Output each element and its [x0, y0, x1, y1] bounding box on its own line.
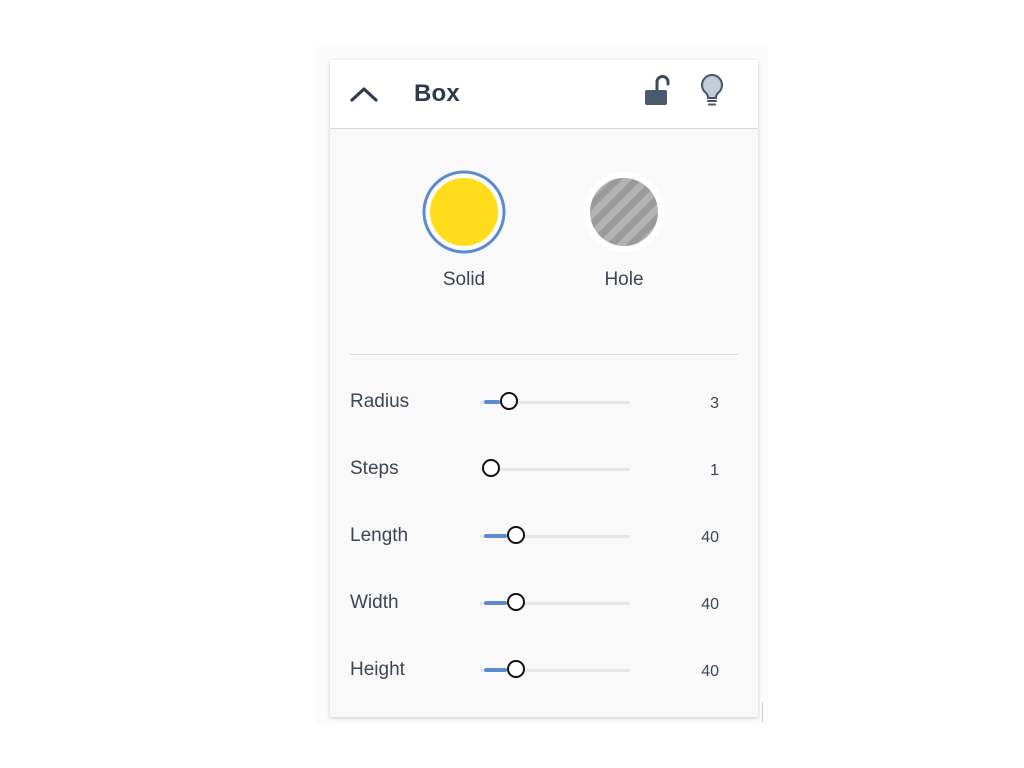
light-button[interactable]: [696, 72, 728, 112]
slider-thumb[interactable]: [482, 459, 500, 477]
radius-slider[interactable]: [480, 390, 630, 414]
solid-swatch-icon: [422, 170, 506, 254]
slider-fill: [484, 534, 508, 538]
slider-thumb[interactable]: [507, 593, 526, 611]
param-value: 1: [710, 462, 719, 479]
collapse-button[interactable]: [344, 78, 384, 110]
chevron-up-icon: [350, 87, 378, 102]
slider-fill: [484, 668, 508, 672]
section-divider: [350, 354, 738, 355]
unlock-icon: [645, 75, 670, 105]
param-row-steps: Steps 1: [330, 457, 758, 497]
param-row-width: Width 40: [330, 591, 758, 631]
slider-thumb[interactable]: [507, 660, 526, 678]
param-row-height: Height 40: [330, 658, 758, 698]
width-slider[interactable]: [480, 591, 630, 615]
param-label: Height: [350, 659, 405, 680]
panel-header: Box: [330, 60, 758, 129]
lock-button[interactable]: [640, 72, 672, 112]
param-value: 40: [701, 529, 719, 546]
hole-swatch-icon: [584, 172, 664, 252]
steps-slider[interactable]: [480, 457, 630, 481]
slider-fill: [484, 601, 508, 605]
slider-fill: [484, 400, 501, 404]
length-slider[interactable]: [480, 524, 630, 548]
param-label: Length: [350, 525, 409, 546]
height-slider[interactable]: [480, 658, 630, 682]
param-row-length: Length 40: [330, 524, 758, 564]
param-value: 3: [710, 395, 719, 412]
hole-label: Hole: [604, 269, 644, 290]
solid-label: Solid: [442, 269, 486, 290]
param-label: Steps: [350, 458, 399, 479]
panel-title: Box: [414, 80, 460, 107]
param-label: Width: [350, 592, 399, 613]
param-value: 40: [701, 596, 719, 613]
slider-thumb[interactable]: [507, 526, 526, 544]
resize-edge: [762, 702, 763, 722]
slider-thumb[interactable]: [500, 392, 519, 410]
param-label: Radius: [350, 391, 410, 412]
hole-option[interactable]: [582, 170, 666, 254]
shape-properties-panel: Box Solid Hole Radius 3 Steps 1 Length 4…: [330, 60, 758, 717]
slider-track: [480, 468, 630, 471]
param-row-radius: Radius 3: [330, 390, 758, 430]
param-value: 40: [701, 663, 719, 680]
solid-option[interactable]: [422, 170, 506, 254]
lightbulb-icon: [701, 73, 723, 106]
